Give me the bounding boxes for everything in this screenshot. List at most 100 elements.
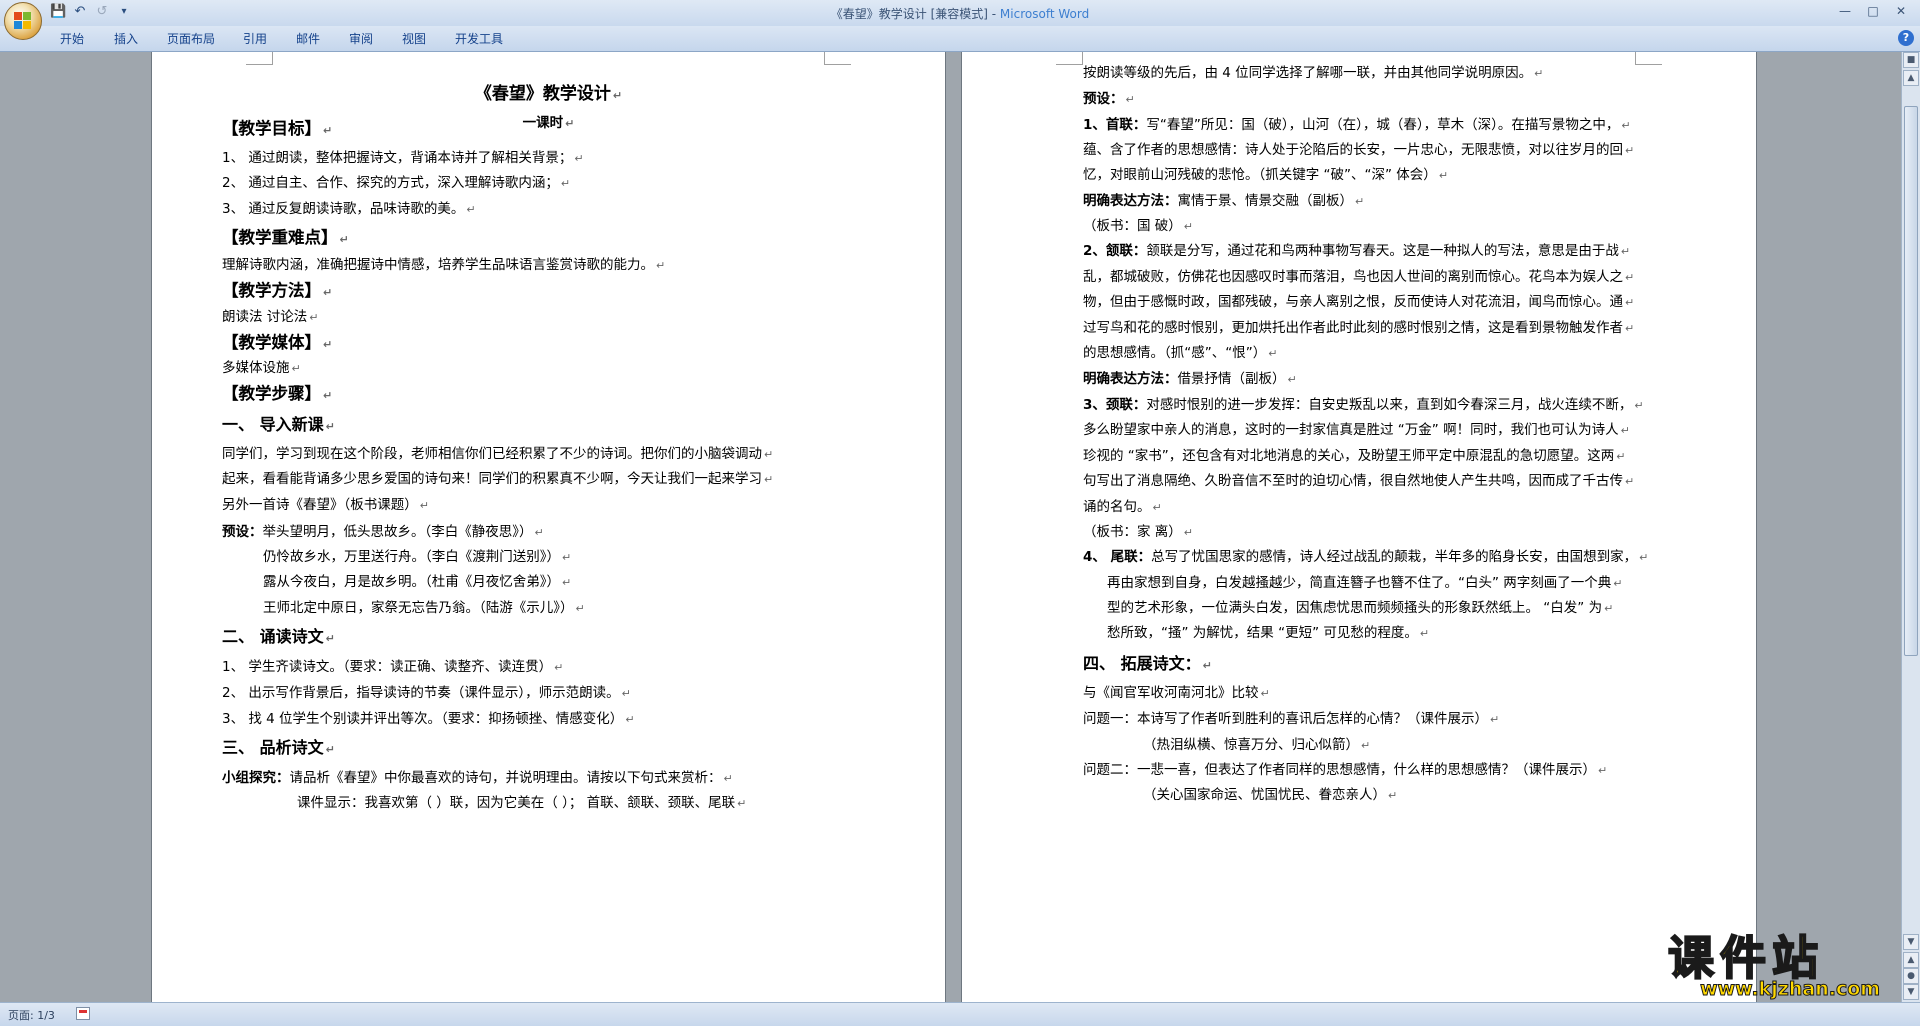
line-text: 课件显示：我喜欢第（ ）联，因为它美在（ ）； 首联、颔联、颈联、尾联	[297, 795, 736, 811]
line-text: 写“春望”所见：国（破），山河（在），城（春），草木（深）。在描写景物之中，	[1146, 117, 1620, 133]
line-text: 【教学媒体】	[222, 333, 321, 352]
paragraph-mark-icon: ↵	[1152, 501, 1162, 514]
paragraph-mark-icon: ↵	[339, 233, 349, 246]
paragraph-mark-icon: ↵	[723, 772, 733, 785]
line-text: 举头望明月，低头思故乡。（李白《静夜思》）	[262, 524, 533, 540]
paragraph-mark-icon: ↵	[1625, 144, 1635, 157]
bold-label: 2、颔联：	[1083, 243, 1147, 259]
status-bar: 页面: 1/3	[0, 1002, 1920, 1026]
paragraph-line: 1、首联：写“春望”所见：国（破），山河（在），城（春），草木（深）。在描写景物…	[1083, 116, 1631, 135]
bold-label: 预设：	[222, 524, 263, 540]
tab-review[interactable]: 审阅	[349, 30, 373, 47]
office-button[interactable]	[4, 2, 42, 40]
paragraph-mark-icon: ↵	[656, 259, 666, 272]
paragraph-mark-icon: ↵	[625, 713, 635, 726]
watermark-url: www.kjzhan.com	[1699, 978, 1881, 1001]
paragraph-line: 问题二：一悲一喜，但表达了作者同样的思想感情，什么样的思想感情？（课件展示） ↵	[1083, 761, 1607, 780]
paragraph-mark-icon: ↵	[1388, 789, 1398, 802]
tab-mailings[interactable]: 邮件	[296, 30, 320, 47]
proofing-icon[interactable]	[76, 1007, 90, 1020]
paragraph-mark-icon: ↵	[1625, 322, 1635, 335]
paragraph-line: 型的艺术形象，一位满头白发，因焦虑忧思而频频搔头的形象跃然纸上。 “白发” 为 ↵	[1107, 599, 1613, 618]
paragraph-mark-icon: ↵	[1490, 713, 1500, 726]
line-text: 另外一首诗《春望》（板书课题）	[222, 497, 418, 513]
bold-label: 1、首联：	[1083, 117, 1147, 133]
line-text: 诵的名句。	[1083, 499, 1151, 515]
paragraph-line: 同学们，学习到现在这个阶段，老师相信你们已经积累了不少的诗词。把你们的小脑袋调动…	[222, 445, 773, 464]
tab-view[interactable]: 视图	[402, 30, 426, 47]
line-text: 按朗读等级的先后，由 4 位同学选择了解哪一联，并由其他同学说明原因。	[1083, 65, 1533, 81]
line-text: 愁所致，“搔” 为解忧，结果 “更短” 可见愁的程度。	[1107, 625, 1418, 641]
vertical-scrollbar[interactable]: ■ ▲ ▼ ▲ ● ▼	[1901, 52, 1920, 1002]
paragraph-mark-icon: ↵	[325, 743, 335, 756]
line-text: 3、 找 4 位学生个别读并评出等次。（要求：抑扬顿挫、情感变化）	[222, 711, 624, 727]
line-text: 过写鸟和花的感时恨别，更加烘托出作者此时此刻的感时恨别之情，这是看到景物触发作者	[1083, 320, 1623, 336]
tab-developer[interactable]: 开发工具	[455, 30, 503, 47]
paragraph-line: 3、颈联：对感时恨别的进一步发挥：自安史叛乱以来，直到如今春深三月，战火连续不断…	[1083, 396, 1644, 415]
paragraph-mark-icon: ↵	[1625, 296, 1635, 309]
app-name: Microsoft Word	[999, 7, 1090, 21]
paragraph-mark-icon: ↵	[737, 797, 747, 810]
document-page-1[interactable]: 《春望》教学设计 ↵ 一课时 ↵ 【教学目标】 ↵ 1、 通过朗读，整体把握诗文，背诵本…	[152, 52, 945, 1002]
paragraph-line: 小组探究：请品析《春望》中你最喜欢的诗句，并说明理由。请按以下句式来赏析： ↵	[222, 769, 733, 788]
line-text: 露从今夜白，月是故乡明。（杜甫《月夜忆舍弟》）	[263, 574, 560, 590]
step-heading: 三、 品析诗文 ↵	[222, 739, 335, 759]
maximize-icon[interactable]: □	[1860, 2, 1886, 20]
paragraph-line: 3、 通过反复朗读诗歌，品味诗歌的美。 ↵	[222, 200, 476, 219]
scroll-up-icon[interactable]: ▲	[1903, 70, 1919, 86]
paragraph-line: 多么盼望家中亲人的消息，这时的一封家信真是胜过 “万金” 啊！同时，我们也可认为…	[1083, 421, 1630, 440]
tab-references[interactable]: 引用	[243, 30, 267, 47]
paragraph-mark-icon: ↵	[562, 576, 572, 589]
paragraph-line: 蕴、含了作者的思想感情：诗人处于沦陷后的长安，一片忠心，无限悲愤，对以往岁月的回…	[1083, 141, 1634, 160]
paragraph-mark-icon: ↵	[325, 632, 335, 645]
paragraph-line: 起来，看看能背诵多少思乡爱国的诗句来！同学们的积累真不少啊，今天让我们一起来学习…	[222, 470, 773, 489]
next-page-icon[interactable]: ▼	[1903, 984, 1919, 1000]
paragraph-mark-icon: ↵	[554, 661, 564, 674]
paragraph-line: 1、 通过朗读，整体把握诗文，背诵本诗并了解相关背景； ↵	[222, 149, 584, 168]
paragraph-mark-icon: ↵	[1361, 739, 1371, 752]
paragraph-line: 露从今夜白，月是故乡明。（杜甫《月夜忆舍弟》） ↵	[263, 573, 571, 592]
line-text: 乱，都城破败，仿佛花也因感叹时事而落泪，鸟也因人世间的离别而惊心。花鸟本为娱人之	[1083, 269, 1623, 285]
document-title: 《春望》教学设计 [兼容模式] -	[830, 7, 1000, 21]
line-text: 多媒体设施	[222, 360, 290, 376]
line-text: 型的艺术形象，一位满头白发，因焦虑忧思而频频搔头的形象跃然纸上。 “白发” 为	[1107, 600, 1603, 616]
line-text: 朗读法 讨论法	[222, 309, 308, 325]
paragraph-mark-icon: ↵	[1183, 526, 1194, 539]
minimize-icon[interactable]: —	[1832, 2, 1858, 20]
scrollbar-thumb[interactable]	[1904, 106, 1918, 656]
previous-page-icon[interactable]: ▲	[1903, 952, 1919, 968]
paragraph-line: 4、 尾联：总写了忧国思家的感情，诗人经过战乱的颠栽，半年多的陷身长安，由国想到…	[1083, 548, 1648, 567]
line-text: 句写出了消息隔绝、久盼音信不至时的迫切心情，很自然地使人产生共鸣，因而成了千古传	[1083, 473, 1623, 489]
ruler-toggle-icon[interactable]: ■	[1903, 52, 1919, 68]
window-title: 《春望》教学设计 [兼容模式] - Microsoft Word	[0, 5, 1920, 22]
line-text: 【教学方法】	[222, 281, 321, 300]
line-text: 2、 通过自主、合作、探究的方式，深入理解诗歌内涵；	[222, 175, 559, 191]
paragraph-line: （板书：国 破） ↵	[1083, 217, 1193, 236]
help-icon[interactable]: ?	[1898, 30, 1914, 46]
tab-home[interactable]: 开始	[60, 30, 84, 47]
tab-page-layout[interactable]: 页面布局	[167, 30, 215, 47]
page-indicator[interactable]: 页面: 1/3	[8, 1007, 55, 1023]
section-heading: 【教学重难点】 ↵	[222, 229, 349, 249]
paragraph-mark-icon: ↵	[1287, 373, 1297, 386]
paragraph-mark-icon: ↵	[1202, 659, 1212, 672]
line-text: 同学们，学习到现在这个阶段，老师相信你们已经积累了不少的诗词。把你们的小脑袋调动	[222, 446, 762, 462]
close-icon[interactable]: ✕	[1888, 2, 1914, 20]
bold-label: 4、 尾联：	[1083, 549, 1152, 565]
paragraph-line: 愁所致，“搔” 为解忧，结果 “更短” 可见愁的程度。 ↵	[1107, 624, 1429, 643]
scroll-down-icon[interactable]: ▼	[1903, 934, 1919, 950]
paragraph-mark-icon: ↵	[309, 311, 319, 324]
line-text: 与《闻官军收河南河北》比较	[1083, 685, 1259, 701]
paragraph-line: 3、 找 4 位学生个别读并评出等次。（要求：抑扬顿挫、情感变化） ↵	[222, 710, 635, 729]
select-browse-object-icon[interactable]: ●	[1903, 968, 1919, 984]
line-text: 总写了忧国思家的感情，诗人经过战乱的颠栽，半年多的陷身长安，由国想到家，	[1151, 549, 1638, 565]
bold-label: 3、颈联：	[1083, 397, 1147, 413]
paragraph-line: （热泪纵横、惊喜万分、归心似箭） ↵	[1143, 736, 1370, 755]
paragraph-line: 明确表达方法：借景抒情（副板） ↵	[1083, 370, 1297, 389]
paragraph-mark-icon: ↵	[1534, 67, 1544, 80]
line-text: （板书：家 离）	[1083, 524, 1182, 540]
document-page-2[interactable]: 按朗读等级的先后，由 4 位同学选择了解哪一联，并由其他同学说明原因。 ↵ 预设： ↵…	[962, 52, 1756, 1002]
paragraph-mark-icon: ↵	[1183, 220, 1194, 233]
tab-insert[interactable]: 插入	[114, 30, 138, 47]
line-text: 忆，对眼前山河残破的悲怆。（抓关键字 “破”、“深” 体会）	[1083, 167, 1437, 183]
